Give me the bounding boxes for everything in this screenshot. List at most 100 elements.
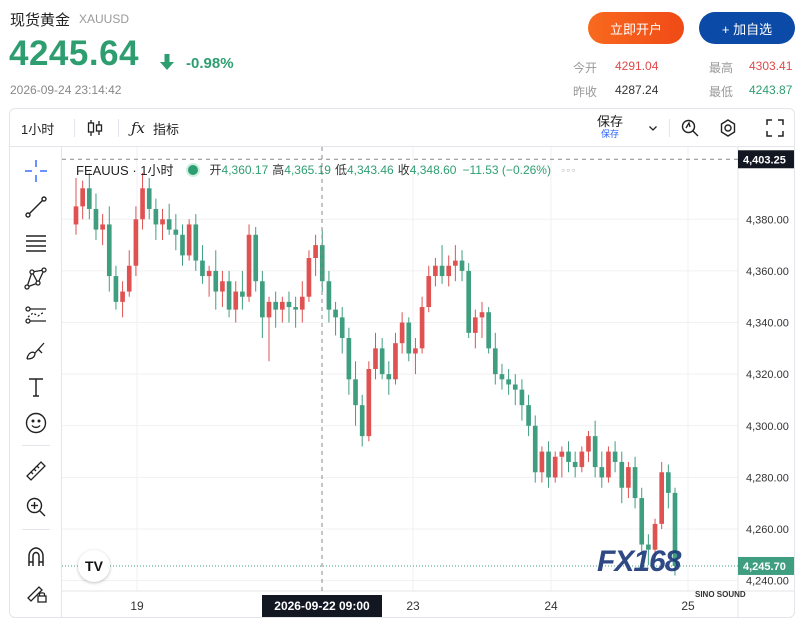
interval-selector[interactable]: 1小时	[21, 109, 54, 147]
y-tick-label: 4,320.00	[746, 369, 789, 381]
add-favorite-button[interactable]: + 加自选	[699, 12, 795, 44]
last-price: 4245.64	[9, 34, 140, 73]
candle-body	[133, 219, 139, 266]
fib-retracement-tool-icon[interactable]	[22, 229, 50, 257]
projection-tool-icon[interactable]	[22, 301, 50, 329]
candlestick-chart[interactable]: 4,380.00 4,360.00 4,340.00 4,320.00 4,300.00…	[62, 147, 795, 618]
candle-body	[539, 451, 545, 473]
candle-body	[413, 348, 418, 354]
x-tick-label: 19	[130, 599, 144, 613]
high-label: 最高	[709, 61, 734, 75]
y-tick-label: 4,340.00	[746, 318, 789, 330]
candle-body	[572, 461, 578, 468]
candle-body	[220, 281, 225, 292]
candle-body	[299, 296, 305, 310]
candle-body	[339, 317, 345, 339]
candle-body	[286, 301, 292, 308]
candle-body	[546, 451, 551, 478]
tool-divider	[22, 445, 50, 446]
settings-gear-icon[interactable]	[718, 109, 738, 147]
candle-body	[160, 219, 165, 225]
candle-body	[399, 322, 405, 344]
y-tick-label: 4,300.00	[746, 421, 789, 433]
candle-body	[459, 260, 465, 271]
save-menu-chevron-icon[interactable]	[648, 109, 658, 147]
text-tool-icon[interactable]	[22, 373, 50, 401]
ruler-tool-icon[interactable]	[22, 457, 50, 485]
candle-body	[306, 258, 312, 297]
candle-body	[126, 265, 132, 292]
candle-body	[100, 224, 105, 230]
tradingview-logo-icon[interactable]: TV	[78, 550, 110, 582]
crosshair-price-label: 4,403.25	[743, 154, 786, 166]
candle-body	[246, 234, 252, 297]
candle-body	[273, 301, 278, 310]
candle-body	[193, 224, 199, 261]
legend-symbol: FEAUUS · 1小时	[76, 163, 174, 178]
candle-body	[492, 348, 498, 375]
candle-body	[426, 276, 432, 308]
candle-body	[86, 188, 92, 209]
candle-body	[346, 338, 352, 380]
y-tick-label: 4,240.00	[746, 576, 789, 588]
legend-high-label: 高	[272, 163, 285, 177]
candle-body	[73, 206, 79, 225]
ohlc-legend: FEAUUS · 1小时 开 4,360.17 高 4,365.19 低 4,3…	[76, 160, 577, 179]
pattern-tool-icon[interactable]	[22, 265, 50, 293]
indicators-button[interactable]: ƒx 指标	[131, 109, 179, 147]
toolbar-divider	[118, 119, 119, 137]
interval-label: 1小时	[21, 121, 55, 137]
instrument-name: 现货黄金	[10, 12, 71, 29]
price-chart[interactable]: 4,380.00 4,360.00 4,340.00 4,320.00 4,300.00…	[62, 147, 795, 618]
magnet-tool-icon[interactable]	[22, 543, 50, 571]
emoji-tool-icon[interactable]	[22, 409, 50, 437]
toolbar-divider	[669, 119, 670, 137]
candle-body	[113, 276, 119, 302]
indicators-label: 指标	[153, 121, 180, 137]
candle-body	[353, 379, 358, 406]
candle-body	[253, 234, 259, 282]
candle-body	[240, 291, 245, 297]
candle-body	[659, 472, 665, 524]
candle-body	[532, 425, 538, 473]
market-status-icon	[185, 162, 200, 177]
legend-open-value: 4,360.17	[221, 162, 269, 177]
legend-low-value: 4,343.46	[347, 162, 394, 177]
x-tick-label: 23	[406, 599, 420, 613]
candlestick-type-icon[interactable]	[86, 109, 104, 147]
today-open-value: 4291.04	[615, 59, 659, 73]
candle-body	[519, 389, 525, 406]
zoom-in-tool-icon[interactable]	[22, 493, 50, 521]
quick-search-icon[interactable]	[680, 109, 700, 147]
save-button[interactable]: 保存 保存	[597, 109, 623, 147]
fullscreen-icon[interactable]	[766, 109, 784, 147]
candle-body	[366, 369, 372, 437]
candle-body	[499, 374, 505, 380]
candle-body	[153, 208, 159, 225]
legend-open-label: 开	[209, 163, 222, 177]
y-tick-label: 4,380.00	[746, 214, 789, 226]
quote-timestamp: 2026-09-24 23:14:42	[10, 83, 122, 97]
candle-body	[173, 229, 179, 235]
candle-body	[186, 224, 192, 256]
more-options-icon[interactable]: ◦◦◦	[561, 163, 577, 177]
open-account-button[interactable]: 立即开户	[588, 12, 684, 44]
candle-body	[526, 405, 531, 426]
candle-body	[446, 265, 452, 277]
x-tick-label: 24	[544, 599, 558, 613]
candle-body	[213, 270, 219, 292]
save-label: 保存	[597, 114, 624, 129]
last-price-label: 4,245.70	[743, 561, 786, 573]
crosshair-tool-icon[interactable]	[22, 157, 50, 185]
candle-body	[146, 188, 152, 209]
candle-body	[579, 451, 585, 468]
candle-body	[206, 270, 212, 277]
candle-body	[200, 260, 205, 277]
brush-tool-icon[interactable]	[22, 337, 50, 365]
trendline-tool-icon[interactable]	[22, 193, 50, 221]
quote-header: 现货黄金 XAUUSD 4245.64 -0.98% 2026-09-24 23…	[0, 0, 803, 108]
candle-body	[406, 322, 412, 354]
lock-drawings-icon[interactable]	[22, 579, 50, 607]
candle-body	[419, 307, 425, 349]
legend-close-label: 收	[397, 163, 410, 177]
